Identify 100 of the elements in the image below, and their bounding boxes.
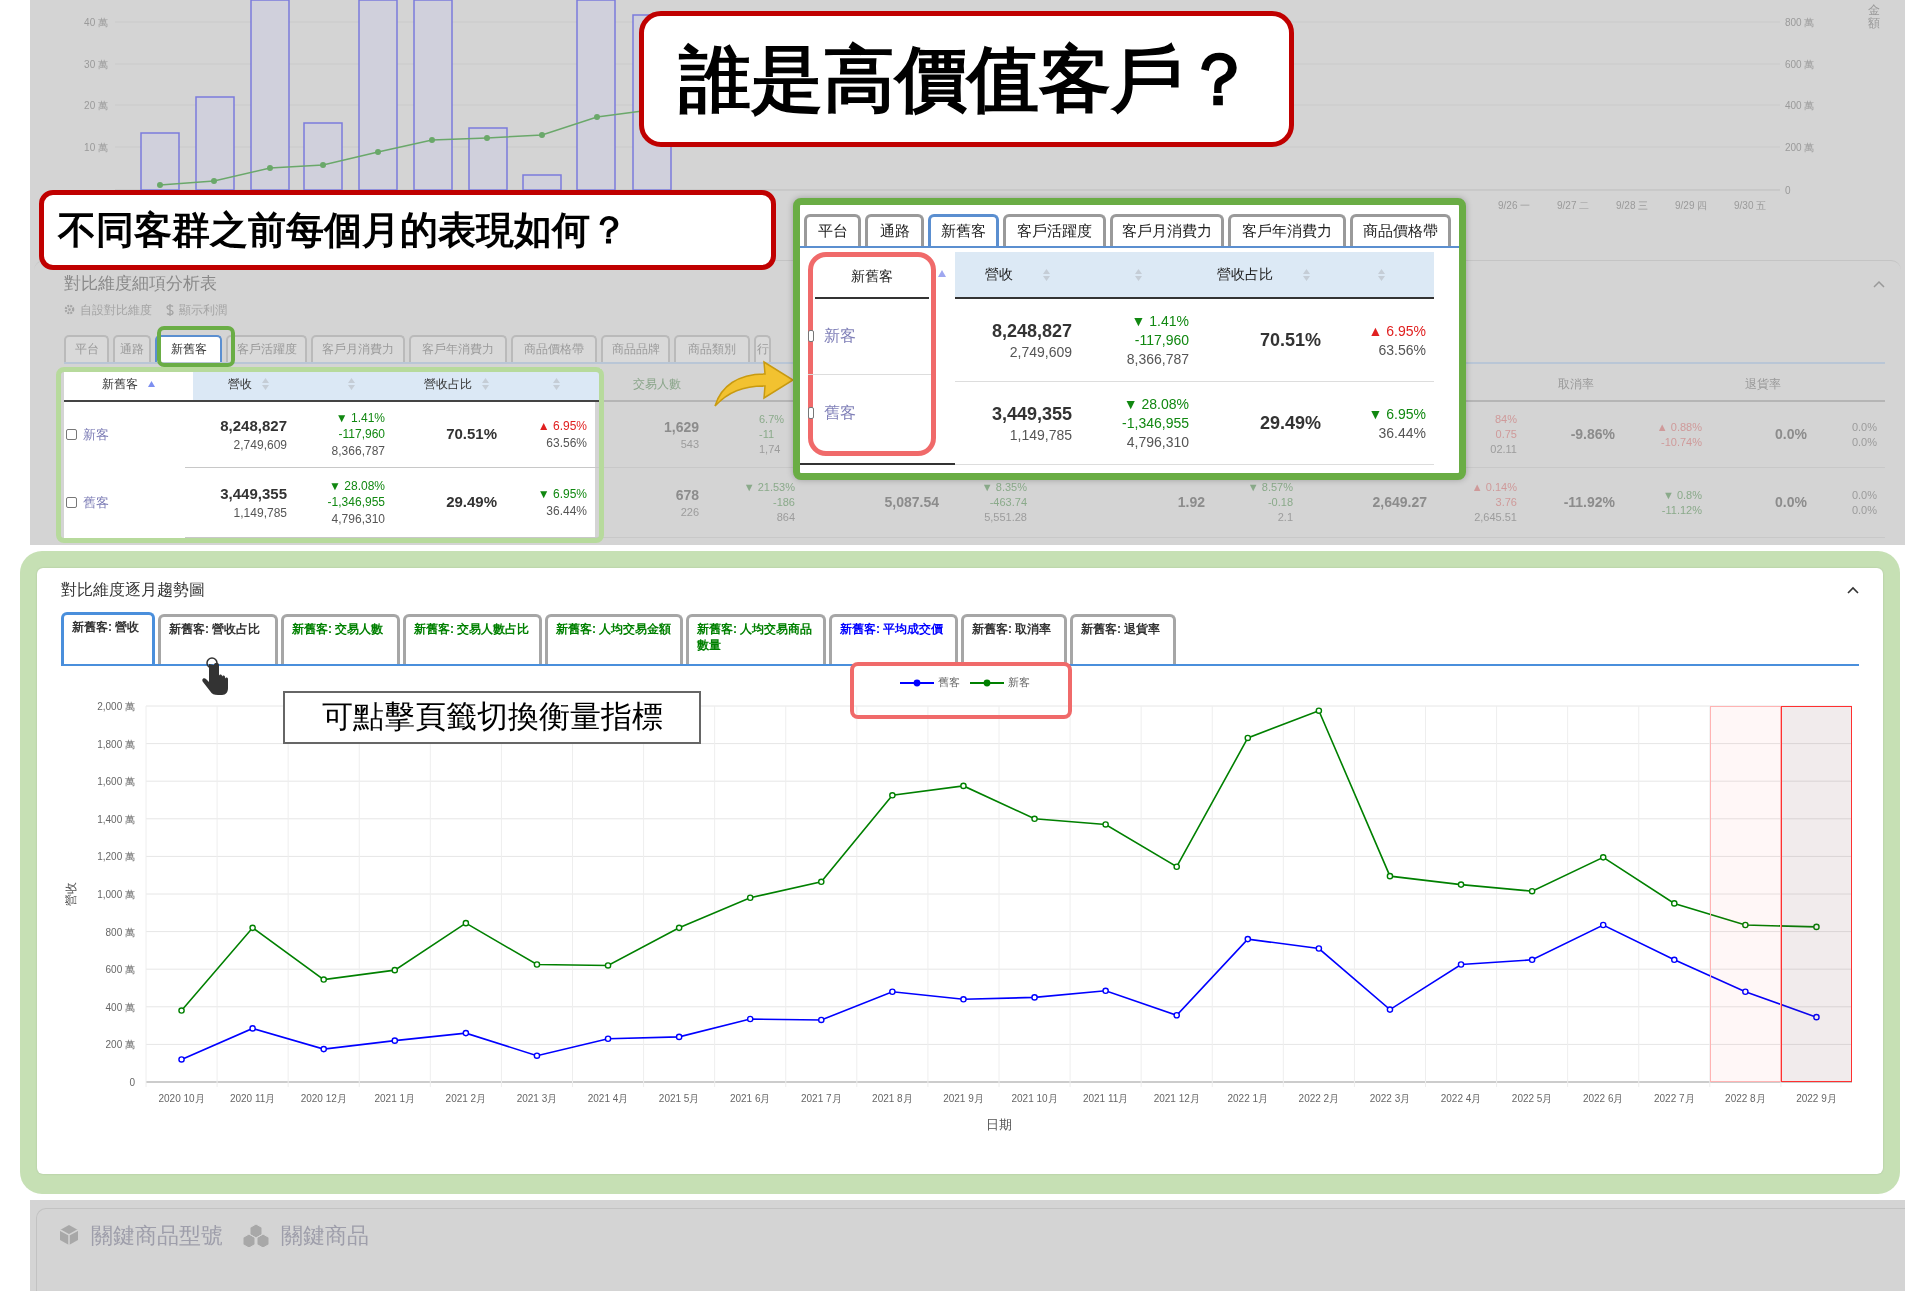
cell-value: 2,749,609 xyxy=(233,436,287,453)
cell-value: 8,366,787 xyxy=(331,442,385,459)
cell-value: 63.56% xyxy=(1378,340,1426,360)
x-tick-label: 2021 10月 xyxy=(1011,1093,1058,1104)
cell-value: 3,449,355 xyxy=(220,484,287,505)
x-tick-label: 2022 5月 xyxy=(1511,1093,1553,1104)
x-axis-title: 日期 xyxy=(986,1117,1012,1132)
cell-value: -11.92% xyxy=(1563,493,1615,512)
x-tick-label: 2021 11月 xyxy=(1082,1093,1129,1104)
cell-value: -186 xyxy=(772,495,795,510)
cell-value: -10.74% xyxy=(1661,434,1702,450)
x-tick-label: 2021 8月 xyxy=(872,1093,913,1104)
x-tick-label: 2021 6月 xyxy=(729,1093,771,1104)
callout-headline: 誰是高價值客戶？ xyxy=(678,38,1255,121)
x-tick-label: 2021 7月 xyxy=(801,1093,842,1104)
cell-value: 63.56% xyxy=(546,434,587,451)
cell-value: 36.44% xyxy=(546,502,587,519)
cell-value: 29.49% xyxy=(1259,412,1321,436)
cell-value: 8,248,827 xyxy=(991,319,1072,343)
cell-value: -117,960 xyxy=(1134,331,1189,350)
cell-value: 6.7% xyxy=(759,412,785,428)
cell-value: 4,796,310 xyxy=(331,510,385,527)
cell-value: ▼ 28.08% xyxy=(1123,395,1189,415)
cell-value: -11.12% xyxy=(1661,502,1702,518)
y-tick-label: 400 萬 xyxy=(105,1001,135,1013)
cell-value: ▲ 0.88% xyxy=(1656,419,1702,435)
x-tick-label: 2021 12月 xyxy=(1153,1093,1200,1104)
cell-value: 678 xyxy=(675,485,699,505)
y-tick-label: 800 萬 xyxy=(105,926,135,938)
x-tick-label: 2021 2月 xyxy=(445,1093,487,1104)
x-tick-label: 2020 12月 xyxy=(300,1093,347,1104)
cell-value: ▼ 8.35% xyxy=(981,480,1027,496)
cell-value: -0.18 xyxy=(1267,495,1293,510)
cell-value: 0.0% xyxy=(1851,487,1877,503)
cell-value: ▼ 0.8% xyxy=(1663,487,1702,503)
cell-value: 8,366,787 xyxy=(1126,349,1189,369)
cell-value: ▲ 6.95% xyxy=(537,418,587,435)
cell-value: -11 xyxy=(759,427,775,442)
x-tick-label: 2021 3月 xyxy=(516,1093,558,1104)
cell-value: ▼ 6.95% xyxy=(1368,404,1426,424)
cell-value: 864 xyxy=(776,509,795,525)
cell-value: 543 xyxy=(680,436,699,452)
cell-value: 0.0% xyxy=(1851,434,1877,450)
cell-value: ▲ 6.95% xyxy=(1368,321,1426,341)
y-tick-label: 1,600 萬 xyxy=(97,776,135,788)
x-tick-label: 2022 2月 xyxy=(1298,1093,1340,1104)
x-tick-label: 2022 8月 xyxy=(1725,1093,1766,1104)
cell-value: 0.0% xyxy=(1775,425,1807,444)
cell-value: ▼ 1.41% xyxy=(1131,312,1189,332)
cell-value: 1,149,785 xyxy=(1009,426,1072,446)
cell-value: ▼ 1.41% xyxy=(335,410,385,427)
cell-value: 70.51% xyxy=(1259,329,1321,353)
x-tick-label: 2021 5月 xyxy=(658,1093,700,1104)
cell-value: -117,960 xyxy=(338,426,385,443)
cell-value: 1,74 xyxy=(759,441,781,457)
cell-value: 1,149,785 xyxy=(233,504,287,521)
y-tick-label: 600 萬 xyxy=(105,964,135,976)
cell-value: ▲ 0.14% xyxy=(1471,480,1517,496)
x-tick-label: 2022 7月 xyxy=(1654,1093,1695,1104)
cell-value: -1,346,955 xyxy=(1122,414,1189,433)
cell-value: -463.74 xyxy=(989,495,1027,510)
y-tick-label: 1,200 萬 xyxy=(97,851,135,863)
card-title: 對比維度細項分析表 xyxy=(64,273,217,295)
card-title: 對比維度逐月趨勢圖 xyxy=(61,580,205,600)
axis-title: 金額 xyxy=(1868,4,1880,31)
cell-value: 0.0% xyxy=(1851,502,1877,518)
cell-value: 70.51% xyxy=(446,424,497,445)
cell-value: 84% xyxy=(1494,412,1517,428)
cell-value: 2,645.51 xyxy=(1474,509,1517,525)
x-tick-label: 2022 4月 xyxy=(1440,1093,1482,1104)
cell-value: 0.0% xyxy=(1851,419,1877,435)
y-axis-title: 營收 xyxy=(64,882,78,906)
x-tick-label: 2022 6月 xyxy=(1582,1093,1624,1104)
y-tick-label: 200 萬 xyxy=(105,1039,135,1051)
cell-value: 3,449,355 xyxy=(991,402,1072,426)
x-tick-label: 2022 3月 xyxy=(1369,1093,1411,1104)
cell-value: 29.49% xyxy=(446,492,497,513)
cell-value: ▼ 21.53% xyxy=(743,480,795,496)
y-tick-label: 1,400 萬 xyxy=(97,813,135,825)
cell-value: 5,087.54 xyxy=(884,493,939,512)
cell-value: 8,248,827 xyxy=(220,416,287,437)
cell-value: 0.0% xyxy=(1775,493,1807,512)
x-tick-label: 2020 11月 xyxy=(229,1093,276,1104)
cell-value: ▼ 28.08% xyxy=(329,478,385,495)
cell-value: 1,629 xyxy=(663,417,699,437)
y-tick-label: 1,800 萬 xyxy=(97,738,135,750)
callout-hint: 可點擊頁籤切換衡量指標 xyxy=(321,698,663,737)
y-tick-label: 0 xyxy=(129,1077,135,1088)
x-tick-label: 2020 10月 xyxy=(158,1093,205,1104)
x-tick-label: 2022 9月 xyxy=(1796,1093,1837,1104)
cell-value: ▼ 6.95% xyxy=(537,486,587,503)
cell-value: ▼ 8.57% xyxy=(1247,480,1293,496)
cell-value: 3.76 xyxy=(1495,495,1517,510)
callout-question: 不同客群之前每個月的表現如何？ xyxy=(58,207,628,253)
x-tick-label: 2022 1月 xyxy=(1227,1093,1269,1104)
y-tick-label: 1,000 萬 xyxy=(97,889,135,900)
cell-value: 2,649.27 xyxy=(1372,493,1427,512)
cell-value: 2,749,609 xyxy=(1009,343,1072,363)
cell-value: 4,796,310 xyxy=(1126,432,1189,452)
x-tick-label: 2021 9月 xyxy=(943,1093,984,1104)
